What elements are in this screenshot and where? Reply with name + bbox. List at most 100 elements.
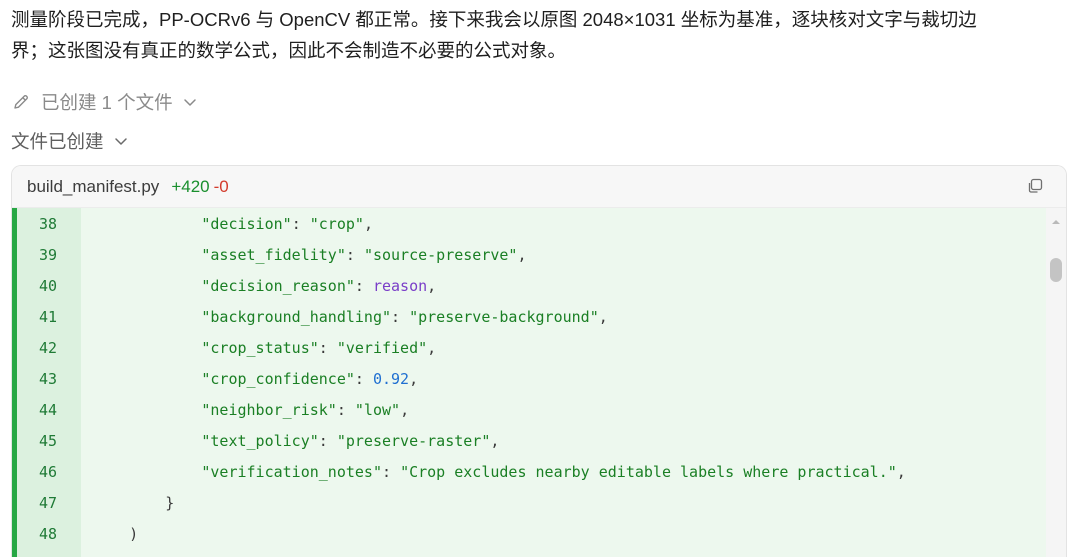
- code-text: }: [81, 494, 174, 512]
- code-text: "text_policy": "preserve-raster",: [81, 432, 499, 450]
- code-token: ,: [598, 307, 608, 326]
- message-line: 界；这张图没有真正的数学公式，因此不会制造不必要的公式对象。: [11, 40, 567, 61]
- code-token: "low": [354, 400, 401, 419]
- code-token: ,: [490, 431, 500, 450]
- code-token: "background_handling": [201, 307, 392, 326]
- code-text: ): [81, 525, 138, 543]
- code-line: 40 "decision_reason": reason,: [17, 270, 1045, 301]
- code-text: "verification_notes": "Crop excludes nea…: [81, 462, 906, 481]
- code-token: :: [318, 431, 337, 450]
- pencil-icon: [11, 92, 31, 112]
- code-text: "crop_status": "verified",: [81, 339, 436, 357]
- code-token: :: [345, 245, 364, 264]
- code-token: "text_policy": [201, 431, 319, 450]
- code-token: "decision_reason": [201, 276, 355, 295]
- code-token: "preserve-raster": [336, 431, 491, 450]
- files-created-label: 已创建 1 个文件: [41, 92, 173, 113]
- code-token: "crop": [309, 214, 364, 233]
- code-line: 48 ): [17, 518, 1045, 549]
- assistant-message: 测量阶段已完成，PP-OCRv6 与 OpenCV 都正常。接下来我会以原图 2…: [11, 4, 1061, 66]
- code-lines: 38 "decision": "crop", 39 "asset_fidelity…: [17, 208, 1045, 549]
- file-diff-card: build_manifest.py +420 -0 38 "decision":…: [11, 165, 1067, 557]
- deletions-count: -0: [213, 176, 229, 196]
- code-text: "decision": "crop",: [81, 215, 373, 233]
- code-token: "crop_confidence": [201, 369, 355, 388]
- files-created-toggle[interactable]: 已创建 1 个文件: [11, 89, 197, 115]
- code-text: "neighbor_risk": "low",: [81, 401, 409, 419]
- code-token: ): [129, 524, 139, 543]
- line-number: 48: [38, 524, 58, 543]
- code-token: "Crop excludes nearby editable labels wh…: [400, 462, 897, 481]
- line-number: 38: [38, 214, 58, 233]
- message-line: 测量阶段已完成，PP-OCRv6 与 OpenCV 都正常。接下来我会以原图 2…: [11, 9, 977, 30]
- code-text: "background_handling": "preserve-backgro…: [81, 307, 608, 326]
- code-token: ,: [363, 214, 373, 233]
- vertical-scrollbar[interactable]: [1046, 208, 1066, 557]
- code-token: :: [291, 214, 310, 233]
- additions-count: +420: [171, 176, 210, 196]
- code-text: "crop_confidence": 0.92,: [81, 370, 418, 388]
- file-created-label: 文件已创建: [11, 131, 104, 152]
- code-line: 39 "asset_fidelity": "source-preserve",: [17, 239, 1045, 270]
- file-created-toggle[interactable]: 文件已创建: [11, 128, 128, 154]
- code-view[interactable]: 38 "decision": "crop", 39 "asset_fidelity…: [12, 208, 1066, 557]
- code-line: 42 "crop_status": "verified",: [17, 332, 1045, 363]
- code-line: 41 "background_handling": "preserve-back…: [17, 301, 1045, 332]
- line-number: 47: [38, 493, 58, 512]
- code-token: :: [354, 276, 373, 295]
- file-header: build_manifest.py +420 -0: [12, 166, 1066, 208]
- line-number: 44: [38, 400, 58, 419]
- code-token: "crop_status": [201, 338, 319, 357]
- code-token: reason: [372, 276, 428, 295]
- code-line: 44 "neighbor_risk": "low",: [17, 394, 1045, 425]
- line-number: 46: [38, 462, 58, 481]
- line-number: 40: [38, 276, 58, 295]
- code-token: ,: [427, 276, 437, 295]
- code-line: 45 "text_policy": "preserve-raster",: [17, 425, 1045, 456]
- copy-icon[interactable]: [1026, 177, 1044, 195]
- code-token: "neighbor_risk": [201, 400, 337, 419]
- code-token: :: [382, 462, 401, 481]
- code-token: "source-preserve": [363, 245, 518, 264]
- code-text: "decision_reason": reason,: [81, 277, 436, 295]
- code-token: :: [354, 369, 373, 388]
- code-token: "preserve-background": [409, 307, 599, 326]
- code-token: "verification_notes": [201, 462, 382, 481]
- chevron-down-icon: [183, 95, 197, 109]
- code-token: ,: [896, 462, 906, 481]
- code-line: 38 "decision": "crop",: [17, 208, 1045, 239]
- code-token: :: [336, 400, 355, 419]
- file-name[interactable]: build_manifest.py: [27, 177, 159, 197]
- code-token: "verified": [336, 338, 428, 357]
- code-token: 0.92: [372, 369, 410, 388]
- line-number: 41: [38, 307, 58, 326]
- code-token: :: [318, 338, 337, 357]
- code-text: "asset_fidelity": "source-preserve",: [81, 245, 527, 264]
- scrollbar-thumb[interactable]: [1050, 258, 1062, 282]
- line-number: 43: [38, 369, 58, 388]
- code-token: ,: [400, 400, 410, 419]
- code-line: 47 }: [17, 487, 1045, 518]
- line-number: 42: [38, 338, 58, 357]
- scroll-up-arrow-icon[interactable]: [1050, 214, 1062, 224]
- line-number: 39: [38, 245, 58, 264]
- code-token: ,: [427, 338, 437, 357]
- code-token: "asset_fidelity": [201, 245, 346, 264]
- code-token: ,: [409, 369, 419, 388]
- code-token: "decision": [201, 214, 292, 233]
- code-token: }: [165, 493, 175, 512]
- code-line: 43 "crop_confidence": 0.92,: [17, 363, 1045, 394]
- code-line: 46 "verification_notes": "Crop excludes …: [17, 456, 1045, 487]
- code-token: ,: [517, 245, 527, 264]
